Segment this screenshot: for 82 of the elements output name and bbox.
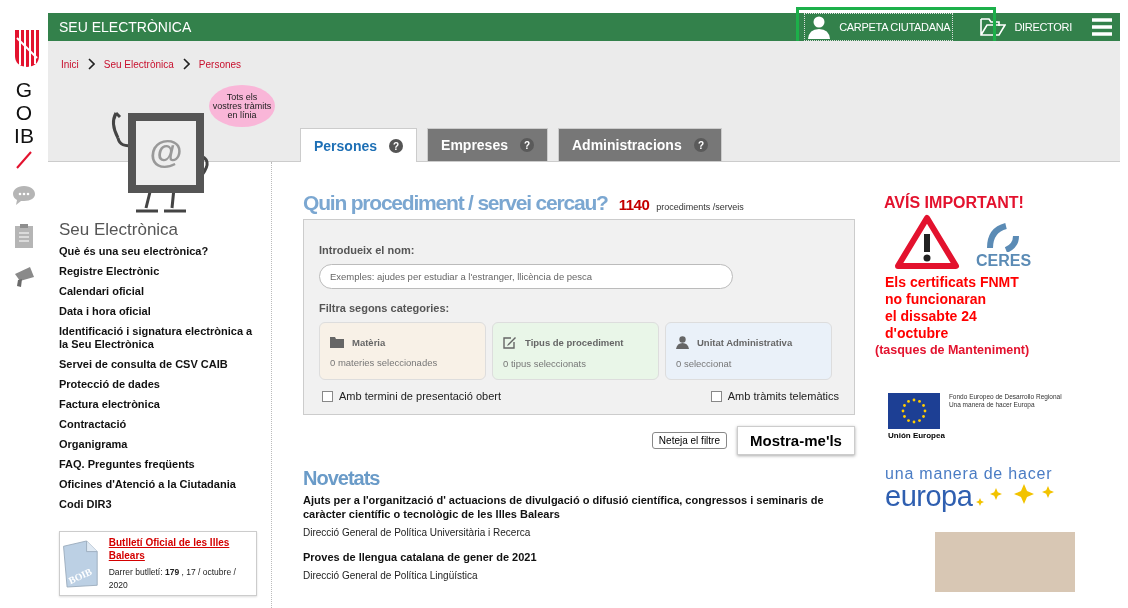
site-title: SEU ELECTRÒNICA (59, 19, 192, 35)
sidebar-link[interactable]: Organigrama (59, 438, 271, 451)
filter-label: Filtra segons categories: (319, 302, 451, 314)
category-title: Tipus de procediment (525, 337, 624, 348)
chevron-icon (182, 58, 190, 70)
bulletin-link[interactable]: Butlletí Oficial de les Illes Balears (108, 536, 250, 562)
show-results-button[interactable]: Mostra-me'ls (737, 426, 855, 455)
logo-text: GOIB (13, 78, 35, 148)
ceres-emblem-icon (985, 222, 1022, 252)
news-link[interactable]: Proves de llengua catalana de gener de 2021 (303, 550, 848, 564)
edit-icon (503, 336, 517, 349)
notice-heading: AVÍS IMPORTANT! (884, 194, 1024, 212)
category-card[interactable]: Tipus de procediment 0 tipus seleccionats (492, 322, 659, 380)
bulletin-info: Darrer butlletí: 179 , 17 / octubre / 2020 (108, 566, 237, 592)
category-summary: 0 materies seleccionades (330, 357, 439, 368)
sidebar-link[interactable]: Què és una seu electrònica? (59, 245, 271, 258)
notice-text: el dissabte 24 (885, 308, 978, 325)
category-summary: 0 seleccionat (676, 358, 733, 369)
checkbox[interactable] (710, 390, 722, 402)
tab[interactable]: Persones ? (300, 128, 418, 162)
chevron-icon (87, 58, 95, 70)
sidebar-title: Seu Electrònica (59, 220, 180, 240)
sidebar-link[interactable]: Factura electrònica (59, 398, 271, 411)
help-icon: ? (693, 138, 708, 152)
tab[interactable]: Administracions ? (558, 128, 722, 161)
help-icon: ? (389, 138, 404, 153)
sidebar-link[interactable]: Calendari oficial (59, 285, 271, 298)
slash-mark-icon (16, 151, 32, 170)
person-icon (807, 15, 832, 39)
procedure-count: 1140 (618, 196, 650, 213)
header-link[interactable]: DIRECTORI (978, 16, 1074, 38)
news-heading: Novetats (303, 467, 381, 490)
eu-caption: Unión Europea (888, 431, 945, 440)
folder-icon (330, 336, 344, 348)
ceres-logo-text: CERES (976, 252, 1032, 270)
sidebar-link[interactable]: Registre Electrònic (59, 265, 271, 278)
checkbox-option[interactable]: Amb tràmits telemàtics (710, 390, 839, 402)
slogan-word: europa (885, 482, 973, 510)
search-field[interactable]: Exemples: ajudes per estudiar a l'estranger, llicència de pesca (319, 264, 733, 289)
breadcrumb-link[interactable]: Seu Electrònica (103, 58, 174, 70)
clear-filter-button[interactable]: Neteja el filtre (651, 432, 727, 449)
category-card[interactable]: Matèria 0 materies seleccionades (319, 322, 486, 380)
notice-note: (tasques de Manteniment) (875, 343, 1030, 357)
checkbox[interactable] (322, 390, 333, 402)
sidebar-link[interactable]: Identificació i signatura electrònica a la Seu Electrònica (59, 325, 271, 351)
category-summary: 0 tipus seleccionats (503, 358, 587, 369)
checkbox-option[interactable]: Amb termini de presentació obert (322, 390, 502, 402)
slogan-text: una manera de hacer (885, 466, 1054, 482)
sidebar-link[interactable]: Servei de consulta de CSV CAIB (59, 358, 271, 371)
tab[interactable]: Empreses ? (427, 128, 548, 161)
sidebar-link[interactable]: Data i hora oficial (59, 305, 271, 318)
count-label: procediments /serveis (656, 202, 744, 212)
notice-text: Els certificats FNMT (885, 274, 1019, 291)
eu-flag-icon (888, 393, 940, 429)
menu-icon[interactable] (1092, 18, 1112, 36)
news-department: Direcció General de Política Universitària i Recerca (303, 527, 532, 538)
category-title: Unitat Administrativa (697, 337, 793, 348)
folder-icon (980, 17, 1007, 37)
speech-bubble: Tots els vostres tràmits en línia (209, 85, 275, 127)
notice-text: no funcionaran (885, 291, 988, 308)
notice-text: d'octubre (885, 325, 950, 342)
person-icon (676, 336, 689, 349)
news-link[interactable]: Ajuts per a l'organització d' actuacions de divulgació o difusió científica, congressos i seminaris de caràcter científic o tecnològic de les Illes Balears (303, 493, 848, 521)
sidebar-link[interactable]: Protecció de dades (59, 378, 271, 391)
news-department: Direcció General de Política Lingüística (303, 570, 479, 581)
warning-icon (894, 214, 960, 270)
field-label: Introdueix el nom: (319, 244, 416, 256)
chat-icon[interactable] (12, 185, 36, 208)
header-link[interactable]: CARPETA CIUTADANA (805, 14, 953, 40)
help-icon: ? (520, 138, 534, 152)
sidebar-link[interactable]: Contractació (59, 418, 271, 431)
sidebar-link[interactable]: Codi DIR3 (59, 498, 271, 511)
clipboard-icon[interactable] (14, 223, 34, 250)
category-card[interactable]: Unitat Administrativa 0 seleccionat (665, 322, 832, 380)
search-heading: Quin procediment / servei cercau? (303, 191, 608, 215)
sidebar-link[interactable]: Oficines d'Atenció a la Ciutadania (59, 478, 271, 491)
breadcrumb-link[interactable]: Inici (61, 58, 79, 70)
sidebar-link[interactable]: FAQ. Preguntes freqüents (59, 458, 271, 471)
shield-logo-icon (14, 28, 40, 68)
category-title: Matèria (352, 336, 386, 348)
breadcrumb-link[interactable]: Persones (198, 58, 242, 70)
notice-banner[interactable]: AVÍS IMPORTANT! CERES Els certificats FNMT no funcionaran el dissabte 24 d'octubre (tasques de Manteniment) (875, 194, 1032, 357)
